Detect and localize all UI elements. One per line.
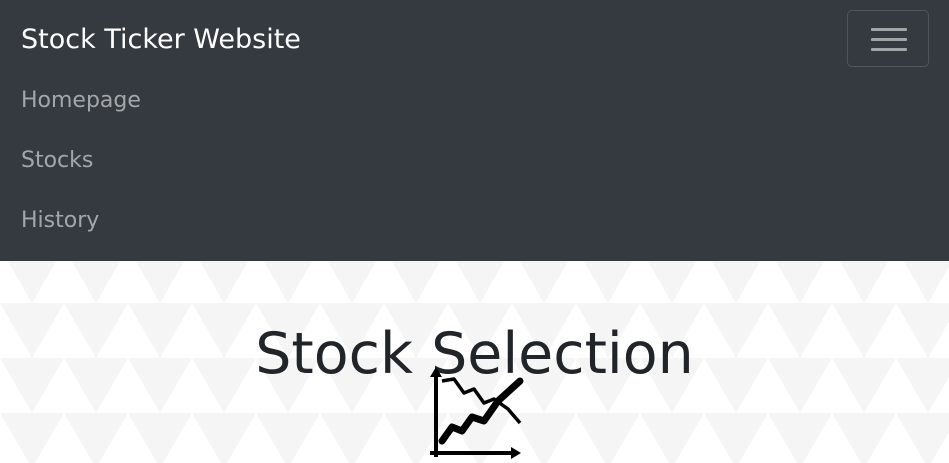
main-content: Stock Selection bbox=[0, 261, 949, 463]
hamburger-menu-icon bbox=[871, 48, 907, 51]
nav-link-homepage[interactable]: Homepage bbox=[21, 86, 141, 116]
navbar: Stock Ticker Website Homepage Stocks His… bbox=[0, 0, 949, 261]
nav-link-stocks[interactable]: Stocks bbox=[21, 146, 93, 176]
hamburger-menu-icon bbox=[871, 28, 907, 31]
navbar-toggler-button[interactable] bbox=[847, 10, 929, 67]
hamburger-menu-icon bbox=[871, 38, 907, 41]
nav-link-history[interactable]: History bbox=[21, 206, 99, 236]
navbar-brand[interactable]: Stock Ticker Website bbox=[21, 22, 301, 58]
line-chart-icon bbox=[430, 367, 524, 459]
